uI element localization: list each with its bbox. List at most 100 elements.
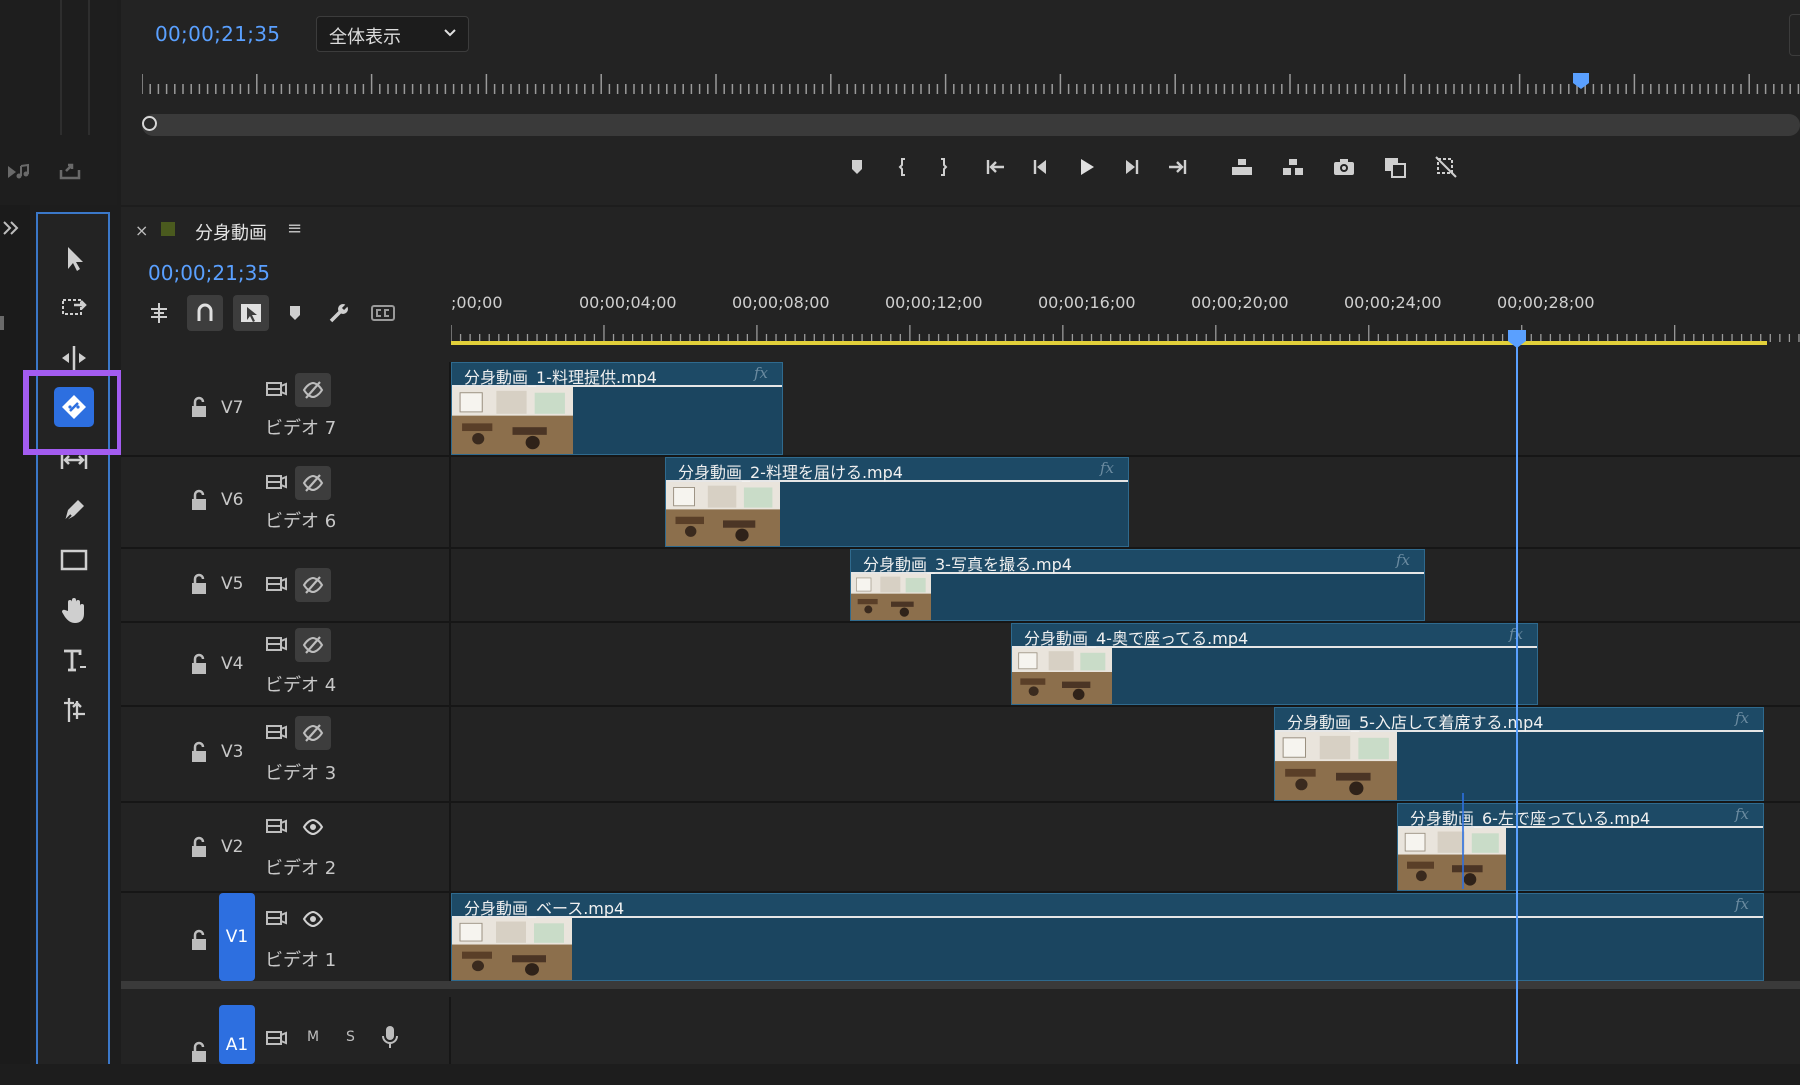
sync-lock-icon[interactable] [265, 575, 287, 593]
sync-lock-icon[interactable] [265, 909, 287, 927]
toggle-output-button[interactable] [295, 902, 331, 936]
mute-button[interactable]: M [307, 1029, 319, 1045]
fx-badge[interactable]: fx [1100, 459, 1114, 477]
fit-dropdown[interactable]: 全体表示 [316, 16, 469, 52]
program-time-ruler[interactable] [142, 70, 1800, 96]
sync-lock-icon[interactable] [265, 473, 287, 491]
close-sequence-button[interactable]: × [135, 221, 148, 240]
solo-button[interactable]: S [346, 1029, 355, 1045]
program-timecode[interactable]: 00;00;21;35 [155, 22, 280, 46]
clip[interactable]: 分身動画_1-料理提供.mp4 fx [451, 362, 783, 455]
lock-icon[interactable] [189, 836, 209, 858]
add-marker-button[interactable] [277, 295, 313, 331]
lock-icon[interactable] [189, 1041, 209, 1063]
track-target-a1[interactable]: A1 [219, 1005, 255, 1064]
sequence-color-label[interactable] [161, 222, 175, 236]
add-marker-button[interactable] [840, 150, 874, 184]
fx-badge[interactable]: fx [1735, 709, 1749, 727]
track-header-v2: V2 ビデオ 2 [121, 803, 451, 891]
remix-tool[interactable] [54, 690, 94, 730]
sync-lock-icon[interactable] [265, 723, 287, 741]
track-name[interactable]: V2 [221, 837, 243, 857]
playhead-icon[interactable] [1507, 329, 1527, 349]
playhead-line[interactable] [1516, 345, 1518, 1064]
audio-output-icon[interactable] [6, 162, 32, 182]
panel-menu-button[interactable]: ≡ [287, 218, 302, 239]
step-back-button[interactable] [1024, 150, 1058, 184]
toggle-output-button[interactable] [295, 466, 331, 500]
hand-tool[interactable] [54, 590, 94, 630]
rectangle-tool[interactable] [54, 540, 94, 580]
clip[interactable]: 分身動画_6-左で座っている.mp4 fx [1397, 803, 1764, 891]
lock-icon[interactable] [189, 573, 209, 595]
clip[interactable]: 分身動画_3-写真を撮る.mp4 fx [850, 549, 1425, 621]
sync-lock-icon[interactable] [265, 380, 287, 398]
track-target-v1[interactable]: V1 [219, 893, 255, 981]
program-playhead-icon[interactable] [1572, 72, 1590, 90]
comparison-view-button[interactable] [1378, 150, 1412, 184]
track-name[interactable]: V4 [221, 654, 243, 674]
track-name[interactable]: V6 [221, 490, 243, 510]
track-name[interactable]: V5 [221, 574, 243, 594]
track-select-tool[interactable] [54, 288, 94, 328]
sync-lock-icon[interactable] [265, 817, 287, 835]
track-name[interactable]: V3 [221, 742, 243, 762]
play-button[interactable] [1069, 150, 1103, 184]
toggle-output-button[interactable] [295, 568, 331, 602]
proxy-toggle-button[interactable] [1429, 150, 1463, 184]
fx-badge[interactable]: fx [754, 364, 768, 382]
timeline-settings-button[interactable] [321, 295, 357, 331]
pen-tool[interactable] [54, 490, 94, 530]
selection-tool[interactable] [54, 238, 94, 278]
panel-edge [1789, 14, 1800, 56]
lock-icon[interactable] [189, 653, 209, 675]
fx-badge[interactable]: fx [1735, 895, 1749, 913]
step-forward-button[interactable] [1114, 150, 1148, 184]
toggle-output-button[interactable] [295, 810, 331, 844]
export-icon[interactable] [58, 160, 82, 182]
timeline-timecode[interactable]: 00;00;21;35 [148, 261, 270, 285]
go-to-out-button[interactable] [1160, 150, 1194, 184]
track-header-a1: A1 M S [121, 997, 451, 1064]
insert-nest-button[interactable] [141, 295, 177, 331]
ripple-edit-tool-icon [62, 346, 86, 370]
ruler-label: 00;00;28;00 [1497, 293, 1595, 312]
mark-out-button[interactable] [926, 150, 960, 184]
lock-icon[interactable] [189, 489, 209, 511]
export-frame-button[interactable] [1327, 150, 1361, 184]
expand-panels-icon[interactable] [2, 220, 20, 236]
clip[interactable]: 分身動画_2-料理を届ける.mp4 fx [665, 457, 1129, 547]
type-tool[interactable] [54, 640, 94, 680]
microphone-icon[interactable] [381, 1025, 399, 1049]
lock-icon[interactable] [189, 741, 209, 763]
fx-badge[interactable]: fx [1396, 551, 1410, 569]
track-name[interactable]: V7 [221, 398, 243, 418]
snap-toggle[interactable] [187, 295, 223, 331]
clip[interactable]: 分身動画_ベース.mp4 fx [451, 893, 1764, 981]
lock-icon[interactable] [189, 929, 209, 951]
lock-icon[interactable] [189, 396, 209, 418]
sequence-tab[interactable]: 分身動画 [195, 219, 267, 245]
clip[interactable]: 分身動画_4-奥で座ってる.mp4 fx [1011, 623, 1538, 705]
zoom-scrollbar-handle[interactable] [142, 116, 157, 131]
go-to-in-button[interactable] [979, 150, 1013, 184]
fx-badge[interactable]: fx [1735, 805, 1749, 823]
program-zoom-scrollbar[interactable] [142, 114, 1800, 136]
toggle-output-button[interactable] [295, 628, 331, 662]
ruler-label: 00;00;24;00 [1344, 293, 1442, 312]
captions-button[interactable] [365, 295, 401, 331]
export-frame-icon [1334, 159, 1354, 175]
sync-lock-icon[interactable] [265, 635, 287, 653]
lift-button[interactable] [1225, 150, 1259, 184]
linked-selection-toggle[interactable] [233, 295, 269, 331]
work-area-bar[interactable] [451, 341, 1767, 345]
step-forward-icon [1126, 160, 1139, 174]
mark-in-button[interactable] [886, 150, 920, 184]
toggle-output-button[interactable] [295, 373, 331, 407]
toggle-output-button[interactable] [295, 716, 331, 750]
extract-button[interactable] [1276, 150, 1310, 184]
sync-lock-icon[interactable] [265, 1029, 287, 1047]
eye-hidden-icon [302, 474, 324, 492]
track-label: ビデオ 6 [265, 511, 337, 532]
clip[interactable]: 分身動画_5-入店して着席する.mp4 fx [1274, 707, 1764, 801]
